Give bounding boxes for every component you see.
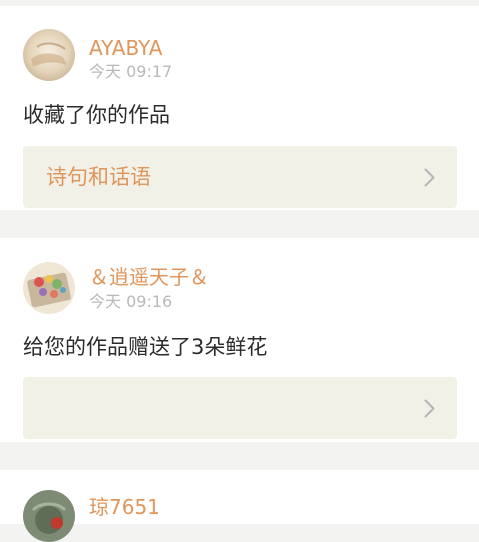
work-title: 诗句和话语	[46, 165, 151, 189]
work-link[interactable]	[23, 377, 457, 439]
notification-message: 给您的作品赠送了3朵鲜花	[23, 335, 268, 359]
user-avatar[interactable]	[23, 29, 75, 81]
chevron-right-icon	[424, 168, 435, 187]
notification-item[interactable]: AYABYA 今天 09:17 收藏了你的作品 诗句和话语	[0, 6, 479, 210]
chevron-right-icon	[424, 399, 435, 418]
notification-item[interactable]: 琼7651	[0, 470, 479, 542]
notification-message: 收藏了你的作品	[23, 103, 170, 127]
username[interactable]: 琼7651	[89, 495, 160, 519]
user-avatar[interactable]	[23, 490, 75, 542]
username[interactable]: ＆逍遥天子＆	[89, 265, 209, 289]
username[interactable]: AYABYA	[89, 36, 162, 60]
timestamp: 今天 09:16	[89, 292, 173, 311]
work-link[interactable]: 诗句和话语	[23, 146, 457, 208]
notification-item[interactable]: ＆逍遥天子＆ 今天 09:16 给您的作品赠送了3朵鲜花	[0, 238, 479, 442]
timestamp: 今天 09:17	[89, 62, 173, 81]
user-avatar[interactable]	[23, 262, 75, 314]
